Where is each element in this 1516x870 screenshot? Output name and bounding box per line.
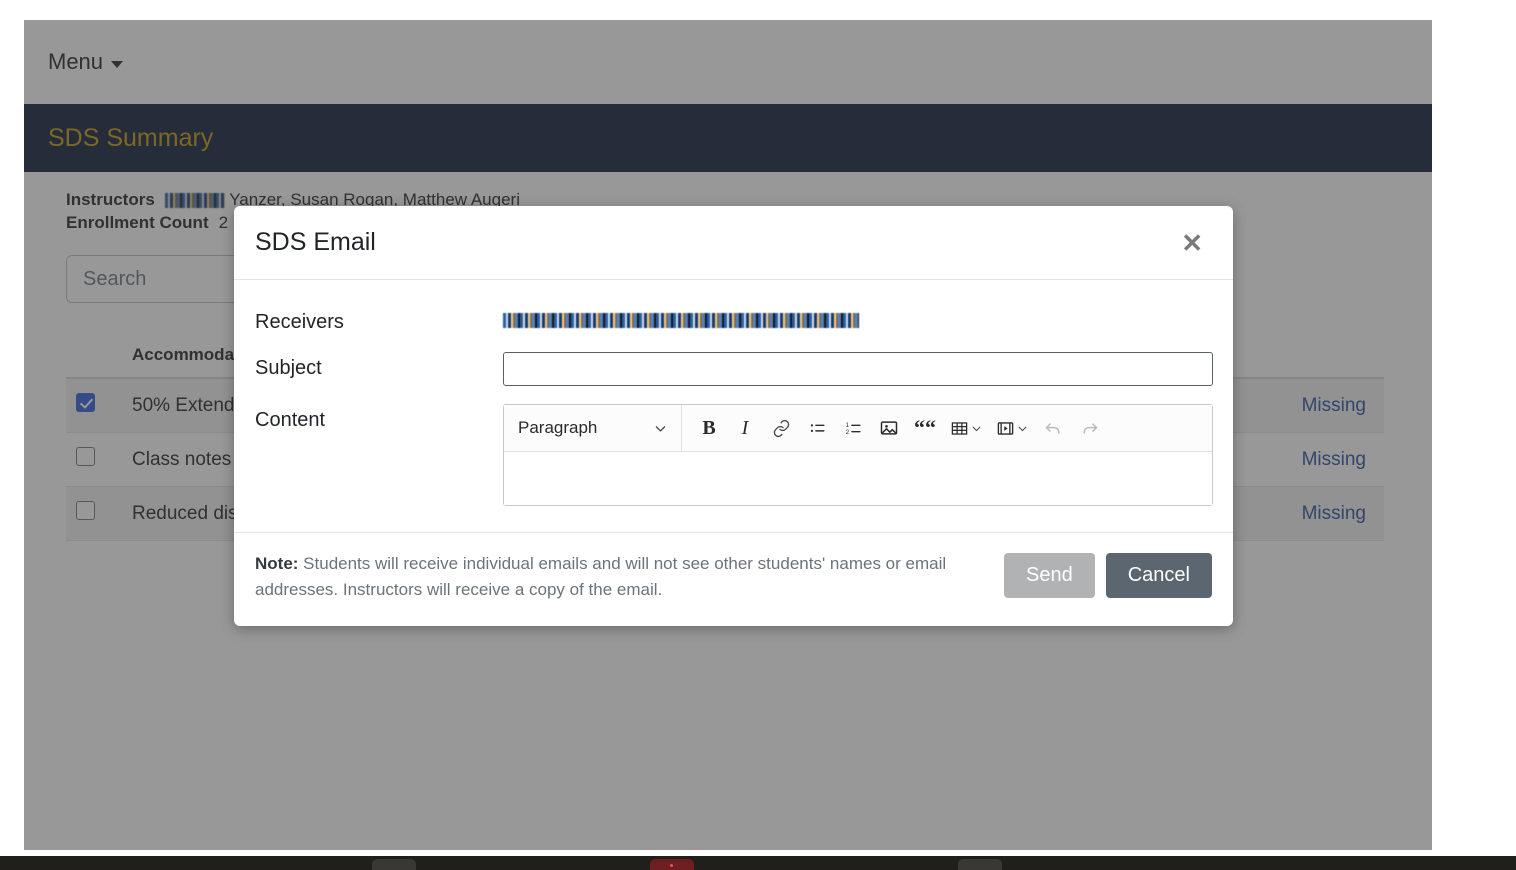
receivers-value [503, 306, 1212, 330]
cancel-button[interactable]: Cancel [1105, 553, 1212, 598]
dialog-header: SDS Email ✕ [234, 206, 1233, 280]
paragraph-format-select[interactable]: Paragraph [504, 405, 682, 451]
subject-input[interactable] [503, 352, 1213, 386]
table-icon[interactable] [944, 411, 988, 445]
rich-text-editor: Paragraph B I 1 2 ““ [503, 404, 1213, 506]
chevron-down-icon [972, 426, 981, 431]
image-icon[interactable] [872, 411, 906, 445]
italic-icon[interactable]: I [728, 411, 762, 445]
dialog-actions: Send Cancel [1004, 551, 1212, 598]
close-icon[interactable]: ✕ [1173, 226, 1211, 260]
content-label: Content [255, 409, 326, 431]
link-icon[interactable] [764, 411, 798, 445]
editor-toolbar: Paragraph B I 1 2 ““ [504, 405, 1212, 452]
send-button[interactable]: Send [1004, 553, 1095, 598]
dialog-body: Receivers Subject Content Paragraph B I … [234, 280, 1233, 532]
dialog-footer: Note: Students will receive individual e… [234, 532, 1233, 626]
numbered-list-icon[interactable]: 1 2 [836, 411, 870, 445]
dialog-note: Note: Students will receive individual e… [255, 551, 984, 604]
dialog-title: SDS Email [255, 228, 376, 256]
undo-icon[interactable] [1036, 411, 1070, 445]
note-label: Note: [255, 554, 299, 573]
svg-text:2: 2 [845, 429, 849, 436]
media-icon[interactable] [990, 411, 1034, 445]
subject-label: Subject [255, 357, 322, 379]
sds-email-dialog: SDS Email ✕ Receivers Subject Content Pa… [234, 206, 1233, 626]
dock-item[interactable] [958, 859, 1002, 870]
redacted-receivers-emails [503, 313, 859, 329]
chevron-down-icon [655, 425, 666, 432]
dock-item[interactable] [372, 859, 416, 870]
editor-tool-group: B I 1 2 ““ [682, 411, 1106, 445]
dock-item[interactable] [650, 859, 694, 870]
content-row: Content Paragraph B I 1 2 ““ [255, 404, 1213, 506]
receivers-row: Receivers [255, 306, 1212, 334]
content-field-wrap: Paragraph B I 1 2 ““ [503, 404, 1213, 506]
bold-icon[interactable]: B [692, 411, 726, 445]
subject-field-wrap [503, 352, 1213, 386]
content-editable-area[interactable] [504, 452, 1212, 505]
subject-row: Subject [255, 352, 1213, 386]
redo-icon[interactable] [1072, 411, 1106, 445]
receivers-label: Receivers [255, 311, 344, 333]
note-text: Students will receive individual emails … [255, 554, 947, 600]
svg-text:1: 1 [845, 421, 849, 428]
chevron-down-icon [1018, 426, 1027, 431]
taskbar-strip [0, 856, 1516, 870]
bullet-list-icon[interactable] [800, 411, 834, 445]
paragraph-format-value: Paragraph [518, 418, 598, 437]
blockquote-icon[interactable]: ““ [908, 411, 942, 445]
